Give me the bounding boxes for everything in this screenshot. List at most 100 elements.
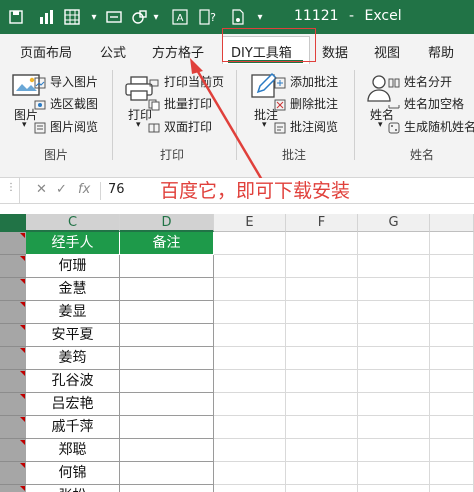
empty-cell[interactable]: [358, 416, 430, 439]
empty-cell[interactable]: [430, 232, 474, 255]
row-header[interactable]: [0, 255, 26, 278]
empty-cell[interactable]: [214, 485, 286, 492]
formula-input[interactable]: 76: [108, 182, 125, 197]
empty-cell[interactable]: [214, 370, 286, 393]
empty-cell[interactable]: [286, 301, 358, 324]
annotation-text: 百度它，即可下载安装: [160, 180, 351, 202]
remark-cell[interactable]: [120, 301, 214, 324]
comment-indicator: [20, 233, 25, 238]
empty-cell[interactable]: [430, 393, 474, 416]
row-header[interactable]: [0, 347, 26, 370]
column-header-f[interactable]: F: [286, 214, 358, 232]
empty-cell[interactable]: [430, 255, 474, 278]
column-header-d[interactable]: D: [120, 214, 214, 232]
remark-cell[interactable]: [120, 485, 214, 492]
row-header[interactable]: [0, 301, 26, 324]
empty-cell[interactable]: [214, 439, 286, 462]
empty-cell[interactable]: [286, 393, 358, 416]
comment-indicator: [20, 279, 25, 284]
empty-cell[interactable]: [358, 324, 430, 347]
empty-cell[interactable]: [214, 393, 286, 416]
empty-cell[interactable]: [358, 232, 430, 255]
empty-cell[interactable]: [214, 347, 286, 370]
header-cell-remark[interactable]: 备注: [120, 232, 214, 255]
empty-cell[interactable]: [286, 416, 358, 439]
row-header[interactable]: [0, 324, 26, 347]
column-header-e[interactable]: E: [214, 214, 286, 232]
empty-cell[interactable]: [430, 439, 474, 462]
row-header[interactable]: [0, 485, 26, 492]
empty-cell[interactable]: [358, 439, 430, 462]
empty-cell[interactable]: [214, 324, 286, 347]
empty-cell[interactable]: [214, 416, 286, 439]
handler-name-cell[interactable]: 孔谷波: [26, 370, 120, 393]
empty-cell[interactable]: [286, 485, 358, 492]
handler-name-cell[interactable]: 吕宏艳: [26, 393, 120, 416]
remark-cell[interactable]: [120, 278, 214, 301]
empty-cell[interactable]: [214, 301, 286, 324]
more-options-icon[interactable]: ⋮: [6, 182, 16, 193]
handler-name-cell[interactable]: 戚千萍: [26, 416, 120, 439]
remark-cell[interactable]: [120, 324, 214, 347]
empty-cell[interactable]: [286, 347, 358, 370]
row-header[interactable]: [0, 439, 26, 462]
header-cell-handler[interactable]: 经手人: [26, 232, 120, 255]
comment-indicator: [20, 417, 25, 422]
empty-cell[interactable]: [286, 370, 358, 393]
handler-name-cell[interactable]: 安平夏: [26, 324, 120, 347]
empty-cell[interactable]: [286, 278, 358, 301]
empty-cell[interactable]: [430, 324, 474, 347]
column-header-g[interactable]: G: [358, 214, 430, 232]
cancel-icon[interactable]: ✕: [36, 182, 47, 197]
empty-cell[interactable]: [430, 278, 474, 301]
remark-cell[interactable]: [120, 416, 214, 439]
row-header[interactable]: [0, 416, 26, 439]
column-header-c[interactable]: C: [26, 214, 120, 232]
empty-cell[interactable]: [430, 462, 474, 485]
empty-cell[interactable]: [430, 370, 474, 393]
handler-name-cell[interactable]: 张松: [26, 485, 120, 492]
row-header[interactable]: [0, 462, 26, 485]
remark-cell[interactable]: [120, 255, 214, 278]
remark-cell[interactable]: [120, 462, 214, 485]
handler-name-cell[interactable]: 何珊: [26, 255, 120, 278]
empty-cell[interactable]: [430, 485, 474, 492]
empty-cell[interactable]: [358, 255, 430, 278]
remark-cell[interactable]: [120, 370, 214, 393]
handler-name-cell[interactable]: 金慧: [26, 278, 120, 301]
empty-cell[interactable]: [214, 278, 286, 301]
row-header[interactable]: [0, 370, 26, 393]
column-header-h[interactable]: [430, 214, 474, 232]
fx-icon[interactable]: fx: [78, 182, 90, 197]
empty-cell[interactable]: [358, 370, 430, 393]
remark-cell[interactable]: [120, 393, 214, 416]
handler-name-cell[interactable]: 何锦: [26, 462, 120, 485]
empty-cell[interactable]: [286, 439, 358, 462]
empty-cell[interactable]: [358, 347, 430, 370]
empty-cell[interactable]: [358, 301, 430, 324]
row-header[interactable]: [0, 232, 26, 255]
empty-cell[interactable]: [430, 301, 474, 324]
remark-cell[interactable]: [120, 439, 214, 462]
empty-cell[interactable]: [214, 232, 286, 255]
row-header[interactable]: [0, 393, 26, 416]
handler-name-cell[interactable]: 姜筠: [26, 347, 120, 370]
empty-cell[interactable]: [286, 255, 358, 278]
empty-cell[interactable]: [358, 393, 430, 416]
empty-cell[interactable]: [430, 347, 474, 370]
handler-name-cell[interactable]: 郑聪: [26, 439, 120, 462]
remark-cell[interactable]: [120, 347, 214, 370]
confirm-icon[interactable]: ✓: [56, 182, 67, 197]
empty-cell[interactable]: [430, 416, 474, 439]
empty-cell[interactable]: [358, 278, 430, 301]
empty-cell[interactable]: [286, 324, 358, 347]
comment-indicator: [20, 463, 25, 468]
row-header[interactable]: [0, 278, 26, 301]
empty-cell[interactable]: [286, 462, 358, 485]
empty-cell[interactable]: [358, 462, 430, 485]
empty-cell[interactable]: [214, 255, 286, 278]
handler-name-cell[interactable]: 姜显: [26, 301, 120, 324]
empty-cell[interactable]: [214, 462, 286, 485]
empty-cell[interactable]: [358, 485, 430, 492]
empty-cell[interactable]: [286, 232, 358, 255]
